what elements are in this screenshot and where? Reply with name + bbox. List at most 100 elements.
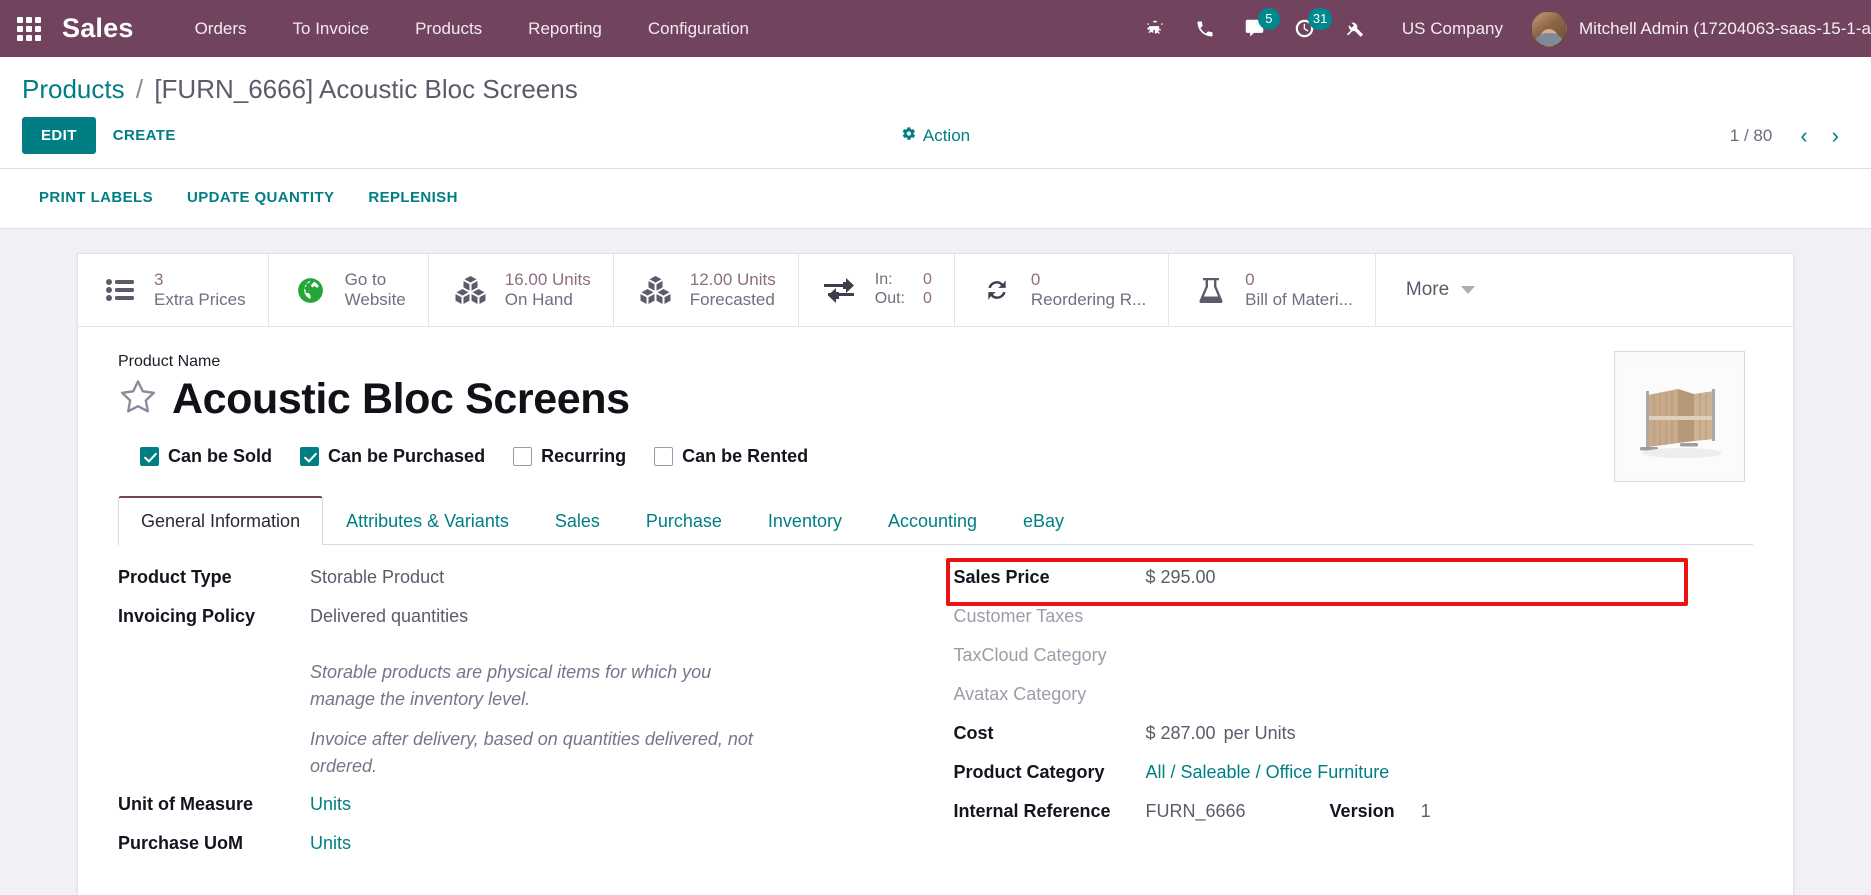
menu-item-orders[interactable]: Orders [172,1,270,57]
field-value[interactable]: Units [310,794,351,815]
breadcrumb-root-products[interactable]: Products [22,74,125,104]
tab-sales[interactable]: Sales [532,497,623,545]
field-value[interactable]: All / Saleable / Office Furniture [1146,762,1390,783]
app-brand-sales[interactable]: Sales [58,13,144,44]
breadcrumb: Products / [FURN_6666] Acoustic Bloc Scr… [22,74,1849,105]
stat-text: 16.00 Units On Hand [505,270,591,310]
field-label: Product Type [118,567,310,588]
pager-previous-button[interactable]: ‹ [1790,121,1817,151]
help-text-product-type: Storable products are physical items for… [118,659,896,712]
checkbox-can-be-rented[interactable]: Can be Rented [654,446,808,467]
tab-purchase[interactable]: Purchase [623,497,745,545]
stat-button-reordering-rules[interactable]: 0 Reordering R... [955,254,1169,326]
tab-ebay[interactable]: eBay [1000,497,1087,545]
refresh-reordering-icon [977,277,1017,303]
notebook-tabs: General Information Attributes & Variant… [118,495,1753,545]
stat-button-in-out[interactable]: In: 0 Out: 0 [799,254,955,326]
top-navbar: Sales Orders To Invoice Products Reporti… [0,0,1871,57]
action-menu-label: Action [923,126,970,146]
field-value[interactable]: 1 [1421,801,1431,822]
tab-accounting[interactable]: Accounting [865,497,1000,545]
boxes-onhand-icon [451,276,491,304]
record-action-buttons: PRINT LABELS UPDATE QUANTITY REPLENISH [0,169,1871,229]
more-stat-buttons-dropdown[interactable]: More [1376,254,1505,326]
stat-in-value: 0 [923,271,932,290]
edit-button[interactable]: EDIT [22,117,96,154]
tab-attributes-variants[interactable]: Attributes & Variants [323,497,532,545]
product-image[interactable] [1614,351,1745,482]
messages-icon[interactable]: 5 [1230,0,1280,57]
field-product-category: Product Category All / Saleable / Office… [954,762,1754,801]
stat-button-go-to-website[interactable]: Go to Website [269,254,429,326]
stat-value: 3 [154,270,246,290]
pager-next-button[interactable]: › [1822,121,1849,151]
field-purchase-uom: Purchase UoM Units [118,833,896,872]
checkbox-label: Can be Rented [682,446,808,467]
activities-clock-icon[interactable]: 31 [1280,0,1330,57]
field-value[interactable]: Units [310,833,351,854]
stat-label: Bill of Materi... [1245,290,1353,310]
stat-text: 12.00 Units Forecasted [690,270,776,310]
checkbox-label: Can be Purchased [328,446,485,467]
stat-text: 3 Extra Prices [154,270,246,310]
update-quantity-button[interactable]: UPDATE QUANTITY [170,179,351,216]
stat-button-bill-of-materials[interactable]: 0 Bill of Materi... [1169,254,1376,326]
form-background: 3 Extra Prices Go to Website [0,229,1871,895]
company-switcher[interactable]: US Company [1380,19,1525,39]
stat-button-forecasted[interactable]: 12.00 Units Forecasted [614,254,799,326]
stat-label: On Hand [505,290,591,310]
field-label: Version [1330,801,1421,822]
field-value[interactable]: $ 287.00 [1146,723,1216,744]
print-labels-button[interactable]: PRINT LABELS [22,179,170,216]
checkbox-box[interactable] [513,447,532,466]
checkbox-box[interactable] [654,447,673,466]
product-title-row: Acoustic Bloc Screens [118,375,1753,424]
user-menu[interactable]: Mitchell Admin (17204063-saas-15-1-a [1525,11,1871,47]
replenish-button[interactable]: REPLENISH [351,179,474,216]
stat-value: Go to [345,270,406,290]
create-button[interactable]: CREATE [96,117,193,154]
checkbox-can-be-purchased[interactable]: Can be Purchased [300,446,485,467]
help-text: Storable products are physical items for… [310,659,780,712]
field-label: Unit of Measure [118,794,310,815]
form-column-right: Sales Price $ 295.00 Customer Taxes TaxC… [936,567,1754,872]
stat-text: Go to Website [345,270,406,310]
field-value[interactable]: Delivered quantities [310,606,468,627]
main-menu: Orders To Invoice Products Reporting Con… [172,1,772,57]
field-label: Internal Reference [954,801,1146,822]
field-value[interactable]: Storable Product [310,567,444,588]
field-product-type: Product Type Storable Product [118,567,896,606]
field-value[interactable]: $ 295.00 [1146,567,1216,588]
checkbox-box[interactable] [300,447,319,466]
field-label: Product Category [954,762,1146,783]
field-label: Purchase UoM [118,833,310,854]
tab-inventory[interactable]: Inventory [745,497,865,545]
tab-general-information[interactable]: General Information [118,496,323,545]
form-column-left: Product Type Storable Product Invoicing … [118,567,936,872]
apps-menu-button[interactable] [0,0,58,57]
pager-count: 1 / 80 [1730,126,1787,146]
menu-item-products[interactable]: Products [392,1,505,57]
field-value[interactable]: FURN_6666 [1146,801,1246,822]
bug-icon[interactable] [1130,0,1180,57]
stat-button-extra-prices[interactable]: 3 Extra Prices [78,254,269,326]
stat-value: 0 [1245,270,1353,290]
field-cost: Cost $ 287.00 per Units [954,723,1754,762]
checkbox-recurring[interactable]: Recurring [513,446,626,467]
flask-bom-icon [1191,277,1231,304]
action-menu-button[interactable]: Action [891,120,980,152]
tools-icon[interactable] [1330,0,1380,57]
general-information-panel: Product Type Storable Product Invoicing … [118,567,1753,872]
menu-item-configuration[interactable]: Configuration [625,1,772,57]
gear-icon [901,126,916,146]
stat-text: 0 Reordering R... [1031,270,1146,310]
phone-icon[interactable] [1180,0,1230,57]
checkbox-can-be-sold[interactable]: Can be Sold [140,446,272,467]
star-outline-icon[interactable] [118,377,158,422]
checkbox-label: Can be Sold [168,446,272,467]
menu-item-reporting[interactable]: Reporting [505,1,625,57]
stat-button-on-hand[interactable]: 16.00 Units On Hand [429,254,614,326]
checkbox-box[interactable] [140,447,159,466]
menu-item-to-invoice[interactable]: To Invoice [270,1,393,57]
stat-in-label: In: [875,271,905,290]
